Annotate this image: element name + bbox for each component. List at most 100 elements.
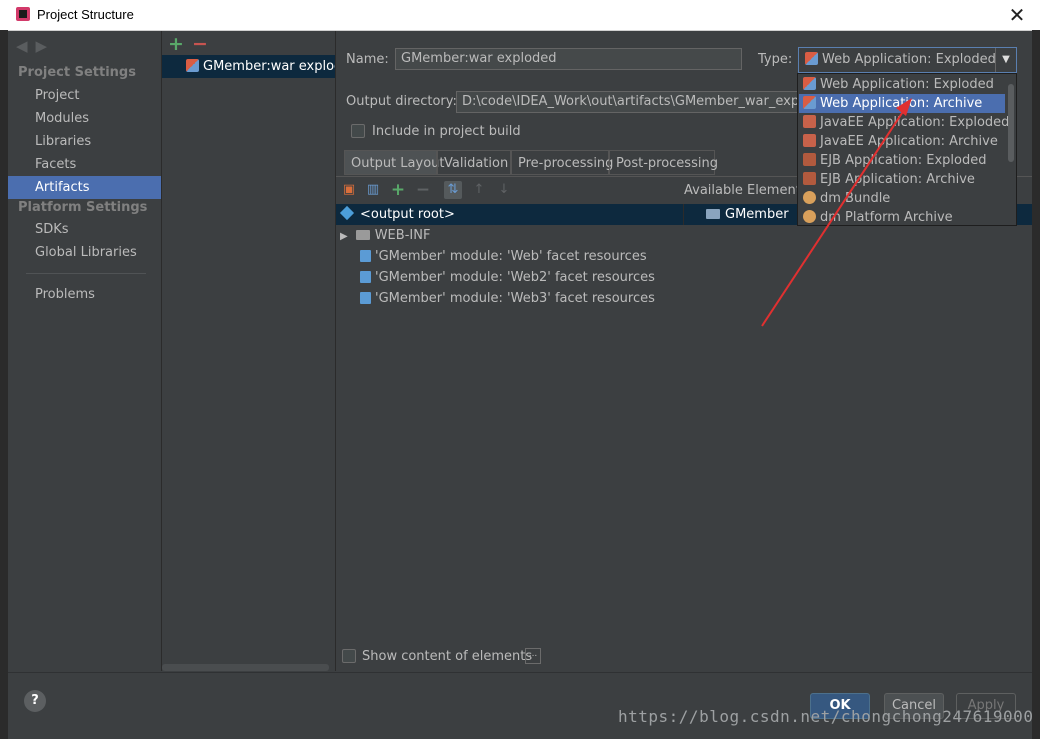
tree-label: 'GMember' module: 'Web2' facet resources xyxy=(375,270,655,285)
option-label: EJB Application: Archive xyxy=(820,172,975,187)
sidebar-item-project[interactable]: Project xyxy=(8,84,161,107)
type-value: Web Application: Exploded xyxy=(822,52,996,67)
available-module-label: GMember xyxy=(725,207,789,222)
tree-label: 'GMember' module: 'Web3' facet resources xyxy=(375,291,655,306)
expand-arrow-icon[interactable]: ▶ xyxy=(340,231,348,242)
sidebar-item-facets[interactable]: Facets xyxy=(8,153,161,176)
option-label: Web Application: Archive xyxy=(820,96,983,111)
facet-resource-icon xyxy=(360,250,371,262)
option-label: dm Bundle xyxy=(820,191,891,206)
move-down-icon[interactable]: ↓ xyxy=(495,181,513,199)
dm-platform-icon xyxy=(803,210,816,223)
option-label: JavaEE Application: Exploded xyxy=(820,115,1010,130)
dropdown-option-ejb-exploded[interactable]: EJB Application: Exploded xyxy=(799,151,1005,170)
sidebar-item-libraries[interactable]: Libraries xyxy=(8,130,161,153)
tab-output-layout[interactable]: Output Layout xyxy=(344,150,444,175)
name-label: Name: xyxy=(346,52,389,67)
back-forward-icons[interactable]: ◀▶ xyxy=(16,37,55,55)
dropdown-option-web-archive[interactable]: Web Application: Archive xyxy=(799,94,1005,113)
section-project-settings: Project Settings xyxy=(18,65,136,80)
tab-validation[interactable]: Validation xyxy=(437,150,511,175)
tree-node-web-facet[interactable]: 'GMember' module: 'Web' facet resources xyxy=(360,246,647,267)
panel-divider xyxy=(683,204,684,225)
artifact-list-item[interactable]: GMember:war exploded xyxy=(162,55,335,78)
background-editor-strip-right xyxy=(1032,30,1040,738)
create-archive-icon[interactable]: ▥ xyxy=(364,181,382,199)
web-app-icon xyxy=(803,96,816,109)
tree-label: 'GMember' module: 'Web' facet resources xyxy=(375,249,647,264)
sort-icon[interactable]: ⇅ xyxy=(444,181,462,199)
title-bar: Project Structure ✕ xyxy=(0,0,1040,31)
watermark-text: https://blog.csdn.net/chongchong24761900… xyxy=(618,707,1034,726)
dropdown-option-javaee-archive[interactable]: JavaEE Application: Archive xyxy=(799,132,1005,151)
add-artifact-icon[interactable]: + xyxy=(168,33,184,55)
javaee-icon xyxy=(803,115,816,128)
name-field[interactable]: GMember:war exploded xyxy=(395,48,742,70)
dialog-footer: ? OK Cancel Apply xyxy=(8,672,1032,739)
tab-post-processing[interactable]: Post-processing xyxy=(609,150,718,175)
new-directory-icon[interactable]: ▣ xyxy=(340,181,358,199)
intellij-app-icon xyxy=(16,7,30,21)
facet-resource-icon xyxy=(360,292,371,304)
ejb-icon xyxy=(803,172,816,185)
output-directory-field[interactable]: D:\code\IDEA_Work\out\artifacts\GMember_… xyxy=(456,91,801,113)
option-label: Web Application: Exploded xyxy=(820,77,994,92)
option-label: EJB Application: Exploded xyxy=(820,153,987,168)
dropdown-option-dm-platform-archive[interactable]: dm Platform Archive xyxy=(799,208,1005,227)
war-artifact-icon xyxy=(186,59,199,72)
sidebar-item-modules[interactable]: Modules xyxy=(8,107,161,130)
include-in-build-checkbox[interactable] xyxy=(351,124,365,138)
add-copy-of-icon[interactable]: + xyxy=(389,181,407,199)
tab-pre-processing[interactable]: Pre-processing xyxy=(511,150,613,175)
background-editor-strip xyxy=(0,30,8,738)
module-folder-icon xyxy=(706,209,720,219)
output-root-node[interactable]: <output root> xyxy=(339,204,455,225)
available-elements-label: Available Elements xyxy=(684,183,808,198)
type-label: Type: xyxy=(758,52,793,67)
remove-artifact-icon[interactable]: − xyxy=(192,33,208,55)
section-platform-settings: Platform Settings xyxy=(18,200,148,215)
sidebar-item-sdks[interactable]: SDKs xyxy=(8,218,161,241)
output-directory-label: Output directory: xyxy=(346,94,457,109)
javaee-icon xyxy=(803,134,816,147)
web-app-icon xyxy=(803,77,816,90)
artifact-list-panel: + − GMember:war exploded xyxy=(162,31,336,671)
dropdown-option-web-exploded[interactable]: Web Application: Exploded xyxy=(799,75,1005,94)
sidebar-divider xyxy=(26,273,146,274)
option-label: dm Platform Archive xyxy=(820,210,953,225)
output-root-icon xyxy=(339,205,355,221)
move-up-icon[interactable]: ↑ xyxy=(470,181,488,199)
tree-node-web2-facet[interactable]: 'GMember' module: 'Web2' facet resources xyxy=(360,267,655,288)
close-icon[interactable]: ✕ xyxy=(1004,2,1030,28)
dropdown-option-ejb-archive[interactable]: EJB Application: Archive xyxy=(799,170,1005,189)
remove-icon[interactable]: − xyxy=(414,181,432,199)
sidebar-item-problems[interactable]: Problems xyxy=(8,283,161,306)
dropdown-arrow-icon[interactable]: ▼ xyxy=(995,48,1016,72)
window-title: Project Structure xyxy=(37,7,134,22)
include-in-build-label: Include in project build xyxy=(372,124,521,139)
folder-icon xyxy=(355,230,370,240)
output-layout-panel: ▣ ▥ + − ⇅ ↑ ↓ Available Elements <output… xyxy=(336,176,1032,664)
tree-label: WEB-INF xyxy=(374,228,431,243)
show-content-options-button[interactable]: ... xyxy=(525,648,541,664)
tree-node-web-inf[interactable]: ▶ WEB-INF xyxy=(340,225,430,246)
dropdown-option-dm-bundle[interactable]: dm Bundle xyxy=(799,189,1005,208)
dropdown-scrollbar[interactable] xyxy=(1008,84,1014,162)
dropdown-option-javaee-exploded[interactable]: JavaEE Application: Exploded xyxy=(799,113,1009,132)
project-structure-window: Project Structure ✕ ◀▶ Project Settings … xyxy=(0,0,1040,739)
sidebar-item-global-libraries[interactable]: Global Libraries xyxy=(8,241,161,264)
available-module-node[interactable]: GMember xyxy=(706,204,789,225)
artifact-name: GMember:war exploded xyxy=(203,59,335,74)
show-content-checkbox[interactable] xyxy=(342,649,356,663)
help-icon[interactable]: ? xyxy=(24,690,46,712)
tree-node-web3-facet[interactable]: 'GMember' module: 'Web3' facet resources xyxy=(360,288,655,309)
output-root-label: <output root> xyxy=(360,207,455,222)
sidebar-item-artifacts[interactable]: Artifacts xyxy=(8,176,161,199)
show-content-label: Show content of elements xyxy=(362,649,533,664)
type-combobox[interactable]: Web Application: Exploded ▼ xyxy=(798,47,1017,73)
horizontal-scrollbar[interactable] xyxy=(162,664,329,671)
settings-sidebar: ◀▶ Project Settings Project Modules Libr… xyxy=(8,31,162,671)
dm-bundle-icon xyxy=(803,191,816,204)
type-dropdown-list: Web Application: Exploded Web Applicatio… xyxy=(797,73,1017,226)
facet-resource-icon xyxy=(360,271,371,283)
